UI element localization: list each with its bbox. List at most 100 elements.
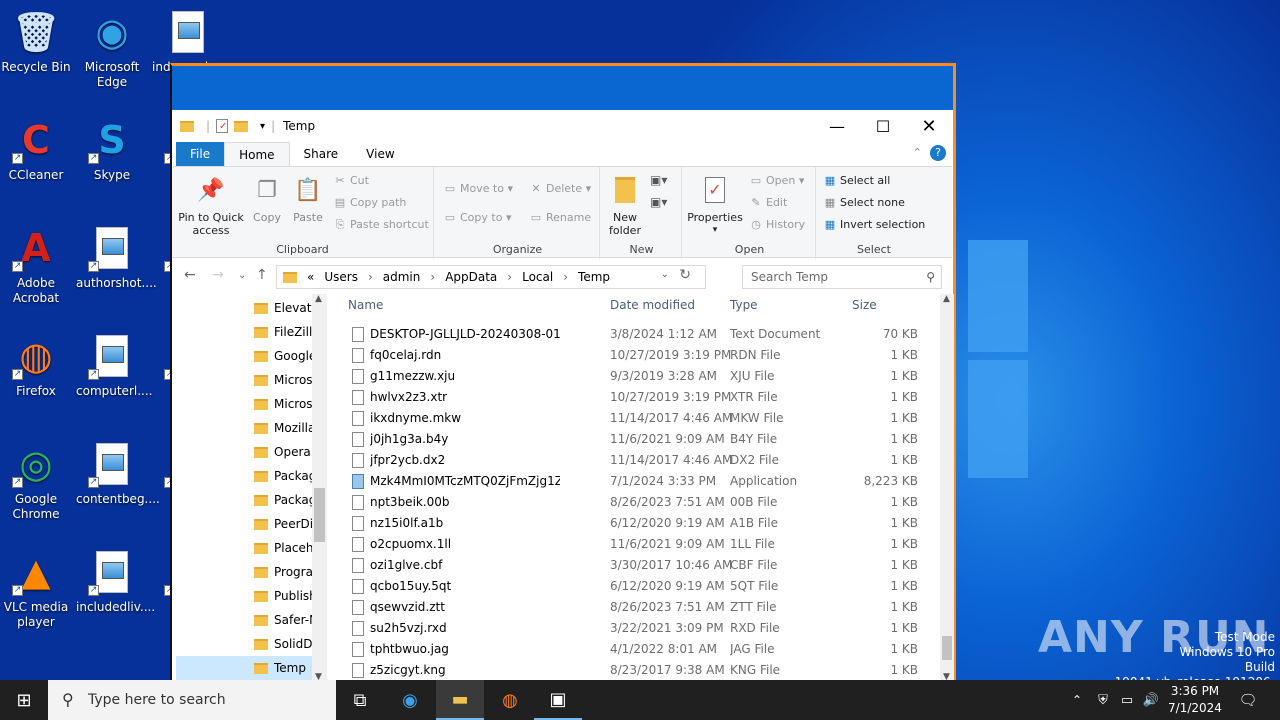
title-bar[interactable]: | ✓ ▾ | Temp — ☐ ✕	[172, 110, 952, 142]
address-dropdown-icon[interactable]: ⌄	[661, 269, 669, 280]
recent-locations-button[interactable]: ⌄	[238, 270, 246, 281]
scroll-up-icon[interactable]: ▲	[943, 294, 950, 304]
edit-button[interactable]: ✎ Edit	[748, 193, 787, 213]
desktop-icon[interactable]: S ↗ Skype	[76, 116, 148, 183]
file-row[interactable]: npt3beik.00b 8/26/2023 7:51 AM 00B File 1 K…	[332, 492, 942, 513]
nav-item[interactable]: Elevate	[254, 296, 314, 320]
file-row[interactable]: qcbo15uy.5qt 6/12/2020 9:19 AM 5QT File 1 K…	[332, 576, 942, 597]
tab-view[interactable]: View	[352, 142, 408, 166]
select-none-button[interactable]: ▦ Select none	[822, 193, 905, 213]
copy-to-button[interactable]: ▭ Copy to ▾	[442, 208, 512, 228]
delete-button[interactable]: ✕ Delete ▾	[528, 179, 591, 199]
paste-button[interactable]: 📋 Paste	[288, 175, 328, 224]
start-button[interactable]: ⊞	[0, 680, 48, 720]
close-button[interactable]: ✕	[906, 110, 952, 142]
nav-item[interactable]: Opera	[254, 440, 314, 464]
nav-item[interactable]: Progran	[254, 560, 314, 584]
open-button[interactable]: ▭ Open ▾	[748, 171, 805, 191]
show-hidden-icons[interactable]: ⌃	[1064, 680, 1090, 720]
nav-item[interactable]: Temp	[176, 656, 312, 680]
rename-button[interactable]: ▭ Rename	[528, 208, 591, 228]
file-row[interactable]: g11mezzw.xju 9/3/2019 3:28 AM XJU File 1 KB	[332, 366, 942, 387]
maximize-button[interactable]: ☐	[860, 110, 906, 142]
file-list-scrollbar[interactable]: ▲ ▼	[940, 294, 954, 684]
properties-button[interactable]: ✓ Properties ▾	[686, 175, 744, 237]
app-taskbar-icon[interactable]: ▣	[534, 680, 582, 720]
column-type[interactable]: Type	[730, 298, 758, 312]
paste-shortcut-button[interactable]: ⎘ Paste shortcut	[332, 215, 429, 235]
invert-selection-button[interactable]: ▦ Invert selection	[822, 215, 925, 235]
address-bar[interactable]: « Users › admin › AppData › Local › Temp ⌄ ↻	[276, 265, 706, 289]
notifications-icon[interactable]: 🗨	[1228, 680, 1268, 720]
desktop-icon[interactable]: ◉ Microsoft Edge	[76, 8, 148, 90]
history-button[interactable]: ◷ History	[748, 215, 805, 235]
desktop-icon[interactable]: ◎ ↗ Google Chrome	[0, 440, 72, 522]
pin-quick-access-button[interactable]: 📌 Pin to Quick access	[176, 175, 246, 237]
edge-taskbar-icon[interactable]: ◉	[386, 680, 434, 720]
nav-item[interactable]: Packag	[254, 488, 314, 512]
nav-item[interactable]: Placeho	[254, 536, 314, 560]
breadcrumb-users[interactable]: Users	[324, 270, 358, 284]
file-row[interactable]: o2cpuomx.1ll 11/6/2021 9:09 AM 1LL File 1 K…	[332, 534, 942, 555]
minimize-button[interactable]: —	[814, 110, 860, 142]
nav-item[interactable]: SolidDo	[254, 632, 314, 656]
file-row[interactable]: hwlvx2z3.xtr 10/27/2019 3:19 PM XTR File 1 …	[332, 387, 942, 408]
copy-path-button[interactable]: ▤ Copy path	[332, 193, 407, 213]
nav-item[interactable]: Mozilla	[254, 416, 314, 440]
breadcrumb-local[interactable]: Local	[522, 270, 553, 284]
file-scroll-thumb[interactable]	[942, 636, 952, 660]
properties-icon[interactable]: ✓	[216, 119, 229, 133]
breadcrumb-temp[interactable]: Temp	[578, 270, 610, 284]
tab-share[interactable]: Share	[290, 142, 353, 166]
search-input[interactable]: Search Temp ⚲	[742, 265, 942, 289]
breadcrumb-appdata[interactable]: AppData	[445, 270, 497, 284]
column-date[interactable]: Date modified	[610, 298, 695, 312]
tab-home[interactable]: Home	[224, 142, 290, 166]
nav-scroll-thumb[interactable]	[314, 488, 325, 542]
copy-button[interactable]: ❐ Copy	[248, 175, 286, 224]
desktop-icon[interactable]: ◍ ↗ Firefox	[0, 332, 72, 399]
nav-item[interactable]: Safer-N	[254, 608, 314, 632]
desktop-icon[interactable]: C ↗ CCleaner	[0, 116, 72, 183]
file-row[interactable]: tphtbwuo.jag 4/1/2022 8:01 AM JAG File 1 KB	[332, 639, 942, 660]
nav-item[interactable]: FileZilla	[254, 320, 314, 344]
nav-item[interactable]: Publish	[254, 584, 314, 608]
nav-item[interactable]: Microso	[254, 392, 314, 416]
cut-button[interactable]: ✂ Cut	[332, 171, 369, 191]
forward-button[interactable]: →	[212, 267, 224, 283]
nav-scrollbar[interactable]: ▲ ▼	[312, 294, 327, 682]
task-view-icon[interactable]: ⧉	[336, 680, 384, 720]
customize-toolbar-icon[interactable]: ▾	[260, 121, 265, 132]
file-row[interactable]: z5zicgyt.kng 8/23/2017 9:38 AM KNG File 1 K…	[332, 660, 942, 681]
desktop-icon[interactable]: ↗ authorshot....	[76, 224, 157, 291]
column-size[interactable]: Size	[852, 298, 877, 312]
desktop-icon[interactable]: ▲ ↗ VLC media player	[0, 548, 72, 630]
desktop-icon[interactable]: ↗ contentbeg....	[76, 440, 160, 507]
new-item-icon[interactable]: ▣▾	[650, 173, 667, 187]
breadcrumb-admin[interactable]: admin	[383, 270, 421, 284]
taskbar-search[interactable]: ⚲ Type here to search	[48, 680, 336, 720]
tab-file[interactable]: File	[176, 142, 225, 166]
file-row[interactable]: su2h5vzj.rxd 3/22/2021 3:09 PM RXD File 1 K…	[332, 618, 942, 639]
nav-item[interactable]: PeerDis	[254, 512, 314, 536]
file-row[interactable]: j0jh1g3a.b4y 11/6/2021 9:09 AM B4Y File 1 K…	[332, 429, 942, 450]
collapse-ribbon-icon[interactable]: ⌃	[913, 146, 922, 159]
file-row[interactable]: nz15i0lf.a1b 6/12/2020 9:19 AM A1B File 1 K…	[332, 513, 942, 534]
select-all-button[interactable]: ▦ Select all	[822, 171, 891, 191]
desktop-icon[interactable]: 🗑 Recycle Bin	[0, 8, 72, 75]
help-icon[interactable]: ?	[930, 145, 946, 161]
column-name[interactable]: Name	[348, 298, 383, 312]
desktop-icon[interactable]: ↗ includedliv....	[76, 548, 155, 615]
desktop-icon[interactable]: ↗ computerl....	[76, 332, 152, 399]
file-explorer-taskbar-icon[interactable]: ▬	[436, 680, 484, 720]
nav-item[interactable]: Microso	[254, 368, 314, 392]
easy-access-icon[interactable]: ▣▾	[650, 195, 667, 209]
security-icon[interactable]: ⛨	[1090, 680, 1116, 720]
new-folder-button[interactable]: New folder	[606, 175, 644, 237]
back-button[interactable]: ←	[184, 267, 196, 283]
new-folder-icon[interactable]	[234, 120, 249, 132]
volume-icon[interactable]: 🔊	[1138, 680, 1164, 720]
file-row[interactable]: ikxdnyme.mkw 11/14/2017 4:46 AM MKW File 1 …	[332, 408, 942, 429]
scroll-up-icon[interactable]: ▲	[315, 294, 322, 304]
file-row[interactable]: ozi1glve.cbf 3/30/2017 10:46 AM CBF File 1 …	[332, 555, 942, 576]
